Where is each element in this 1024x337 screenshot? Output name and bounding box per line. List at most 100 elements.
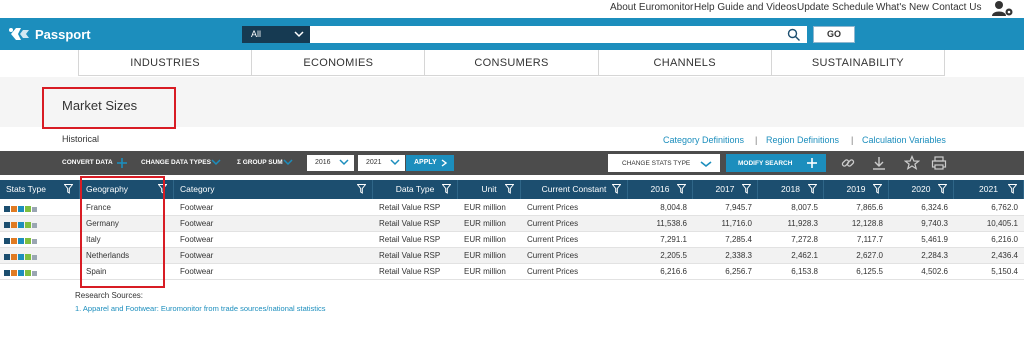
convert-data-button[interactable]: CONVERT DATA	[62, 159, 113, 166]
bar-chart-icon[interactable]	[4, 270, 10, 276]
pie-chart-icon[interactable]	[18, 270, 24, 276]
cell-value-2019: 7,865.6	[856, 203, 883, 212]
table-icon[interactable]	[25, 254, 31, 260]
column-chart-icon[interactable]	[32, 239, 37, 244]
view-subtitle: Historical	[62, 134, 100, 144]
column-header-2016[interactable]: 2016	[628, 180, 693, 199]
column-header-2017[interactable]: 2017	[693, 180, 758, 199]
cell-current-constant: Current Prices	[527, 267, 579, 276]
cell-value-2016: 6,216.6	[660, 267, 687, 276]
search-scope-dropdown[interactable]: All	[242, 26, 310, 43]
cell-data-type: Retail Value RSP	[379, 251, 441, 260]
link-icon[interactable]	[840, 155, 856, 171]
star-icon[interactable]	[904, 155, 920, 171]
column-header-data-type[interactable]: Data Type	[373, 180, 458, 199]
modify-search-button[interactable]: MODIFY SEARCH	[726, 154, 826, 172]
nav-consumers[interactable]: CONSUMERS	[424, 50, 597, 75]
table-icon[interactable]	[25, 206, 31, 212]
cell-value-2021: 10,405.1	[986, 219, 1018, 228]
column-header-unit[interactable]: Unit	[458, 180, 521, 199]
column-header-2020[interactable]: 2020	[889, 180, 954, 199]
cell-value-2018: 6,153.8	[791, 267, 818, 276]
line-chart-icon[interactable]	[11, 270, 17, 276]
column-header-2019[interactable]: 2019	[824, 180, 889, 199]
filter-icon[interactable]	[677, 184, 686, 194]
year-from-select[interactable]: 2016	[307, 155, 354, 171]
cell-value-2020: 9,740.3	[921, 219, 948, 228]
line-chart-icon[interactable]	[11, 238, 17, 244]
stats-type-icons	[4, 204, 37, 212]
apply-button[interactable]: APPLY	[406, 155, 454, 171]
column-header-stats-type[interactable]: Stats Type	[0, 180, 80, 199]
filter-icon[interactable]	[442, 184, 451, 194]
nav-sustainability[interactable]: SUSTAINABILITY	[770, 50, 946, 75]
filter-icon[interactable]	[808, 184, 817, 194]
column-chart-icon[interactable]	[32, 223, 37, 228]
column-header-2018[interactable]: 2018	[758, 180, 824, 199]
pie-chart-icon[interactable]	[18, 206, 24, 212]
chevron-down-icon[interactable]	[283, 159, 293, 166]
search-icon[interactable]	[787, 28, 801, 42]
print-icon[interactable]	[931, 155, 947, 171]
line-chart-icon[interactable]	[11, 222, 17, 228]
line-chart-icon[interactable]	[11, 206, 17, 212]
user-settings-icon[interactable]	[992, 0, 1014, 17]
column-header-2021[interactable]: 2021	[954, 180, 1024, 199]
nav-economies[interactable]: ECONOMIES	[251, 50, 424, 75]
passport-logo[interactable]: Passport	[8, 25, 91, 43]
download-icon[interactable]	[871, 155, 887, 171]
pie-chart-icon[interactable]	[18, 254, 24, 260]
bar-chart-icon[interactable]	[4, 238, 10, 244]
cell-value-2017: 11,716.0	[721, 219, 752, 228]
change-data-types-button[interactable]: CHANGE DATA TYPES	[141, 159, 211, 166]
column-chart-icon[interactable]	[32, 255, 37, 260]
plus-icon[interactable]	[116, 157, 128, 169]
table-icon[interactable]	[25, 270, 31, 276]
cell-current-constant: Current Prices	[527, 203, 579, 212]
column-chart-icon[interactable]	[32, 271, 37, 276]
pie-chart-icon[interactable]	[18, 222, 24, 228]
group-sum-button[interactable]: Σ GROUP SUM	[237, 159, 283, 166]
nav-industries[interactable]: INDUSTRIES	[78, 50, 251, 75]
help-guide-link[interactable]: Help Guide and Videos	[694, 2, 797, 13]
search-input[interactable]	[310, 26, 807, 43]
filter-icon[interactable]	[64, 184, 73, 194]
cell-unit: EUR million	[464, 235, 506, 244]
convert-data-label: CONVERT DATA	[62, 159, 113, 166]
table-icon[interactable]	[25, 238, 31, 244]
contact-us-link[interactable]: Contact Us	[932, 2, 981, 13]
go-button[interactable]: GO	[813, 26, 855, 43]
pie-chart-icon[interactable]	[18, 238, 24, 244]
column-header-category[interactable]: Category	[174, 180, 373, 199]
research-source-link[interactable]: 1. Apparel and Footwear: Euromonitor fro…	[75, 304, 326, 313]
filter-icon[interactable]	[357, 184, 366, 194]
update-schedule-link[interactable]: Update Schedule	[797, 2, 874, 13]
data-toolbar: CONVERT DATA CHANGE DATA TYPES Σ GROUP S…	[0, 151, 1024, 175]
column-header-current-constant[interactable]: Current Constant	[521, 180, 628, 199]
filter-icon[interactable]	[873, 184, 882, 194]
bar-chart-icon[interactable]	[4, 222, 10, 228]
filter-icon[interactable]	[505, 184, 514, 194]
change-stats-type-select[interactable]: CHANGE STATS TYPE	[608, 154, 720, 172]
chevron-down-icon[interactable]	[211, 159, 221, 166]
line-chart-icon[interactable]	[11, 254, 17, 260]
category-definitions-link[interactable]: Category Definitions	[663, 135, 744, 145]
bar-chart-icon[interactable]	[4, 206, 10, 212]
filter-icon[interactable]	[938, 184, 947, 194]
year-to-value: 2021	[366, 159, 382, 166]
region-definitions-link[interactable]: Region Definitions	[766, 135, 839, 145]
year-to-select[interactable]: 2021	[358, 155, 405, 171]
column-chart-icon[interactable]	[32, 207, 37, 212]
cell-value-2016: 11,538.6	[656, 219, 687, 228]
nav-channels[interactable]: CHANNELS	[597, 50, 771, 75]
filter-icon[interactable]	[742, 184, 751, 194]
about-link[interactable]: About Euromonitor	[610, 2, 693, 13]
bar-chart-icon[interactable]	[4, 254, 10, 260]
filter-icon[interactable]	[1008, 184, 1017, 194]
cell-value-2019: 2,627.0	[856, 251, 883, 260]
table-icon[interactable]	[25, 222, 31, 228]
cell-unit: EUR million	[464, 251, 506, 260]
whats-new-link[interactable]: What's New	[876, 2, 929, 13]
filter-icon[interactable]	[612, 184, 621, 194]
calculation-variables-link[interactable]: Calculation Variables	[862, 135, 946, 145]
